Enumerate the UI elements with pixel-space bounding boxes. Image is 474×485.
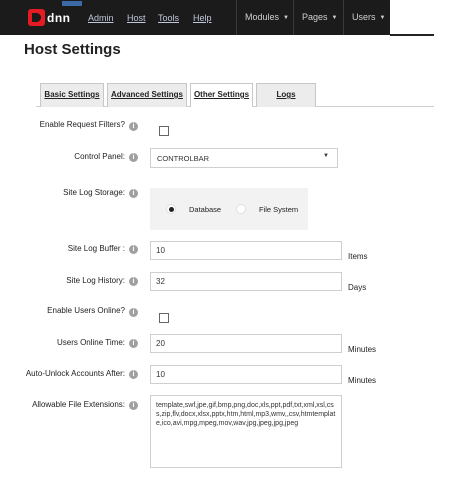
site-log-storage-label: Site Log Storage: bbox=[63, 188, 125, 197]
nav-link-tools[interactable]: Tools bbox=[158, 13, 179, 23]
caret-down-icon: ▼ bbox=[283, 15, 289, 21]
auto-unlock-unit: Minutes bbox=[348, 376, 377, 385]
file-extensions-textarea[interactable]: template,swf,jpe,gif,bmp,png,doc,xls,ppt… bbox=[150, 395, 342, 468]
users-online-label: Enable Users Online? bbox=[47, 306, 125, 315]
radio-file-system[interactable] bbox=[236, 204, 246, 214]
nav-divider bbox=[293, 0, 294, 35]
tab-basic-settings[interactable]: Basic Settings bbox=[40, 83, 104, 107]
help-icon[interactable]: i bbox=[129, 370, 138, 379]
site-log-buffer-input[interactable]: 10 bbox=[150, 241, 342, 260]
site-log-history-label: Site Log History: bbox=[66, 276, 125, 285]
page-title: Host Settings bbox=[24, 41, 121, 58]
users-online-time-label: Users Online Time: bbox=[56, 338, 125, 347]
site-log-buffer-label: Site Log Buffer : bbox=[67, 244, 125, 253]
users-online-checkbox[interactable] bbox=[159, 313, 169, 323]
header-accent-line bbox=[390, 34, 434, 36]
nav-divider bbox=[236, 0, 237, 35]
users-online-time-input[interactable]: 20 bbox=[150, 334, 342, 353]
radio-database-label: Database bbox=[189, 205, 222, 214]
help-icon[interactable]: i bbox=[129, 153, 138, 162]
caret-down-icon: ▼ bbox=[331, 15, 338, 21]
top-navbar: dnn Admin Host Tools Help Modules ▼ Pages… bbox=[0, 0, 474, 35]
dnn-logo[interactable]: dnn bbox=[28, 1, 82, 28]
file-extensions-label: Allowable File Extensions: bbox=[32, 400, 125, 409]
site-log-history-input[interactable]: 32 bbox=[150, 272, 342, 291]
help-icon[interactable]: i bbox=[129, 122, 138, 131]
control-panel-select[interactable]: CONTROLBAR ▼ bbox=[150, 148, 338, 168]
auto-unlock-label: Auto-Unlock Accounts After: bbox=[25, 369, 125, 378]
dropdown-arrow-icon: ▼ bbox=[323, 153, 329, 159]
help-icon[interactable]: i bbox=[129, 339, 138, 348]
help-icon[interactable]: i bbox=[129, 245, 138, 254]
request-filters-label: Enable Request Filters? bbox=[39, 120, 125, 129]
help-icon[interactable]: i bbox=[129, 189, 138, 198]
nav-link-admin[interactable]: Admin bbox=[88, 13, 114, 23]
logo-text: dnn bbox=[47, 11, 71, 25]
nav-menu-users-label: Users bbox=[352, 12, 376, 22]
request-filters-checkbox[interactable] bbox=[159, 126, 169, 136]
site-log-storage-options: Database File System bbox=[150, 188, 308, 230]
nav-link-help[interactable]: Help bbox=[193, 13, 212, 23]
tab-logs[interactable]: Logs bbox=[256, 83, 316, 107]
help-icon[interactable]: i bbox=[129, 308, 138, 317]
radio-database[interactable] bbox=[166, 204, 176, 214]
nav-menu-modules-label: Modules bbox=[245, 12, 280, 22]
tab-advanced-settings[interactable]: Advanced Settings bbox=[107, 83, 187, 107]
auto-unlock-input[interactable]: 10 bbox=[150, 365, 342, 384]
nav-divider bbox=[343, 0, 344, 35]
tab-other-settings[interactable]: Other Settings bbox=[190, 83, 253, 107]
dnn-logo-icon bbox=[28, 9, 45, 26]
nav-link-host[interactable]: Host bbox=[127, 13, 146, 23]
caret-down-icon: ▼ bbox=[379, 15, 386, 21]
logo-tag-icon bbox=[62, 1, 82, 6]
next-row-cutoff bbox=[38, 480, 128, 485]
help-icon[interactable]: i bbox=[129, 277, 138, 286]
nav-menu-modules[interactable]: Modules ▼ bbox=[245, 12, 289, 22]
site-log-history-unit: Days bbox=[348, 283, 367, 292]
nav-menu-pages[interactable]: Pages ▼ bbox=[302, 12, 337, 22]
radio-file-system-label: File System bbox=[259, 205, 299, 214]
control-panel-label: Control Panel: bbox=[74, 152, 125, 161]
users-online-time-unit: Minutes bbox=[348, 345, 377, 354]
control-panel-value: CONTROLBAR bbox=[157, 154, 210, 163]
nav-menu-pages-label: Pages bbox=[302, 12, 328, 22]
navbar-right-gap bbox=[390, 0, 474, 35]
help-icon[interactable]: i bbox=[129, 401, 138, 410]
site-log-buffer-unit: Items bbox=[348, 252, 368, 261]
nav-menu-users[interactable]: Users ▼ bbox=[352, 12, 385, 22]
